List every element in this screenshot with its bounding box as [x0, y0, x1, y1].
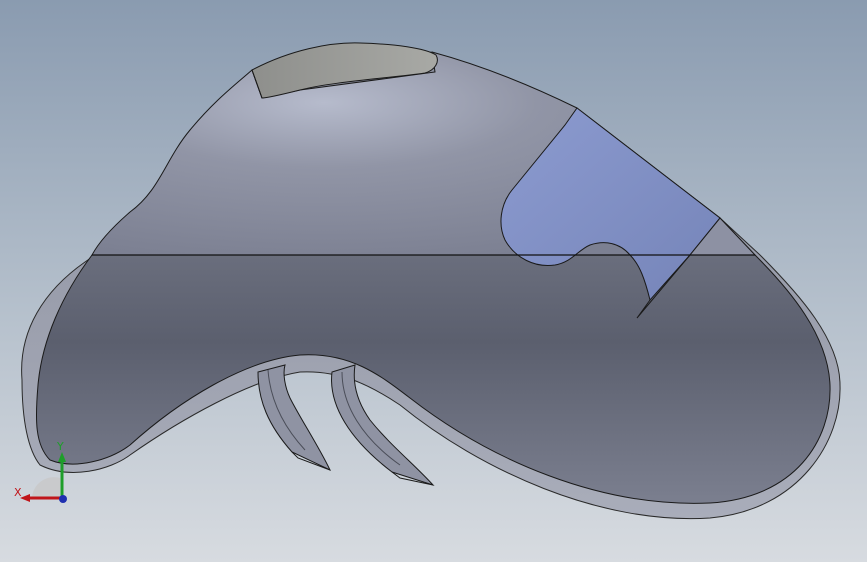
y-axis-label: Y	[56, 440, 64, 453]
x-axis-label: X	[14, 486, 22, 499]
z-axis-dot	[59, 495, 67, 503]
model-lower-face	[35, 254, 831, 504]
3d-model-view[interactable]	[0, 0, 867, 562]
y-axis-arrow	[58, 452, 66, 462]
coordinate-triad: Y X	[14, 440, 67, 503]
triad-plane	[32, 477, 60, 498]
graphics-viewport[interactable]: Y X	[0, 0, 867, 562]
